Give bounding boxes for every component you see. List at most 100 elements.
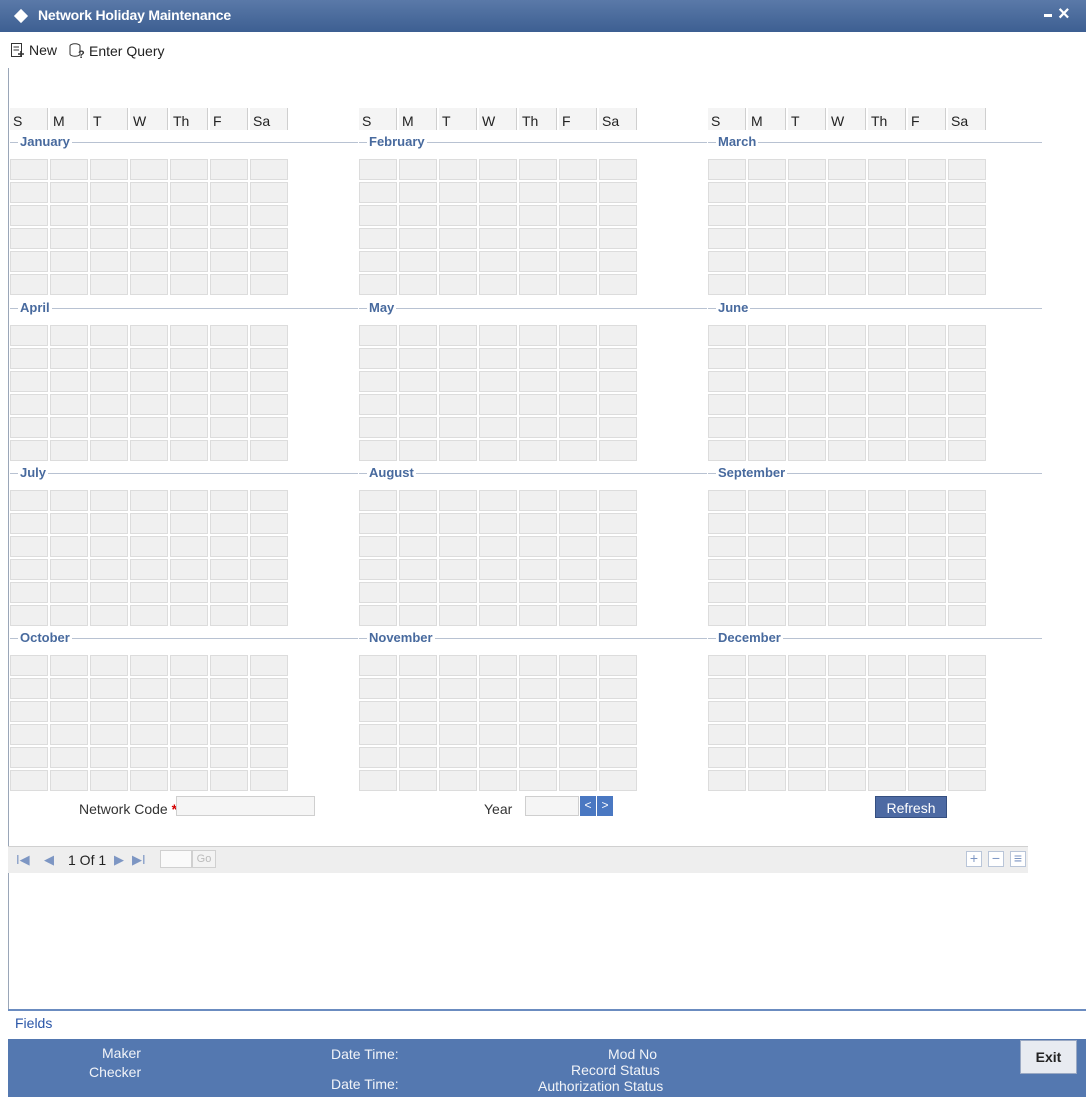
day-cell[interactable] [250,159,288,180]
day-cell[interactable] [708,274,746,295]
day-cell[interactable] [708,747,746,768]
enter-query-button[interactable]: ? Enter Query [68,42,164,60]
day-cell[interactable] [908,182,946,203]
day-cell[interactable] [250,325,288,346]
day-cell[interactable] [599,490,637,511]
day-cell[interactable] [90,182,128,203]
day-cell[interactable] [868,274,906,295]
day-cell[interactable] [250,724,288,745]
day-cell[interactable] [599,394,637,415]
day-cell[interactable] [599,513,637,534]
day-cell[interactable] [90,490,128,511]
day-cell[interactable] [708,394,746,415]
day-cell[interactable] [708,417,746,438]
day-cell[interactable] [359,559,397,580]
day-cell[interactable] [599,536,637,557]
day-cell[interactable] [210,159,248,180]
day-cell[interactable] [439,605,477,626]
day-cell[interactable] [748,394,786,415]
day-cell[interactable] [479,371,517,392]
day-cell[interactable] [10,228,48,249]
day-cell[interactable] [519,205,557,226]
day-cell[interactable] [559,205,597,226]
day-cell[interactable] [519,559,557,580]
day-cell[interactable] [599,655,637,676]
day-cell[interactable] [10,490,48,511]
minimize-icon[interactable] [1044,14,1052,17]
day-cell[interactable] [559,440,597,461]
day-cell[interactable] [868,582,906,603]
day-cell[interactable] [130,701,168,722]
day-cell[interactable] [10,159,48,180]
day-cell[interactable] [170,182,208,203]
day-cell[interactable] [10,371,48,392]
day-cell[interactable] [908,159,946,180]
day-cell[interactable] [210,394,248,415]
day-cell[interactable] [599,559,637,580]
day-cell[interactable] [479,724,517,745]
day-cell[interactable] [170,251,208,272]
day-cell[interactable] [828,159,866,180]
day-cell[interactable] [519,417,557,438]
year-input[interactable] [525,796,579,816]
day-cell[interactable] [130,559,168,580]
day-cell[interactable] [599,440,637,461]
day-cell[interactable] [399,536,437,557]
day-cell[interactable] [708,440,746,461]
day-cell[interactable] [130,582,168,603]
day-cell[interactable] [439,394,477,415]
day-cell[interactable] [399,770,437,791]
day-cell[interactable] [439,655,477,676]
day-cell[interactable] [90,513,128,534]
day-cell[interactable] [210,182,248,203]
day-cell[interactable] [130,490,168,511]
day-cell[interactable] [439,536,477,557]
day-cell[interactable] [559,371,597,392]
day-cell[interactable] [210,417,248,438]
day-cell[interactable] [748,559,786,580]
day-cell[interactable] [788,205,826,226]
day-cell[interactable] [479,251,517,272]
day-cell[interactable] [170,770,208,791]
day-cell[interactable] [868,490,906,511]
day-cell[interactable] [130,536,168,557]
day-cell[interactable] [908,490,946,511]
day-cell[interactable] [908,701,946,722]
day-cell[interactable] [748,513,786,534]
day-cell[interactable] [50,371,88,392]
day-cell[interactable] [10,440,48,461]
day-cell[interactable] [10,182,48,203]
day-cell[interactable] [50,770,88,791]
day-cell[interactable] [210,559,248,580]
day-cell[interactable] [479,348,517,369]
day-cell[interactable] [948,513,986,534]
day-cell[interactable] [828,701,866,722]
day-cell[interactable] [170,559,208,580]
day-cell[interactable] [708,159,746,180]
day-cell[interactable] [828,325,866,346]
day-cell[interactable] [130,371,168,392]
day-cell[interactable] [90,655,128,676]
day-cell[interactable] [479,605,517,626]
day-cell[interactable] [868,513,906,534]
day-cell[interactable] [708,536,746,557]
day-cell[interactable] [250,605,288,626]
day-cell[interactable] [50,747,88,768]
day-cell[interactable] [50,605,88,626]
day-cell[interactable] [868,348,906,369]
day-cell[interactable] [439,205,477,226]
day-cell[interactable] [170,159,208,180]
day-cell[interactable] [519,536,557,557]
day-cell[interactable] [908,770,946,791]
day-cell[interactable] [948,582,986,603]
day-cell[interactable] [599,228,637,249]
day-cell[interactable] [708,678,746,699]
day-cell[interactable] [908,440,946,461]
day-cell[interactable] [519,770,557,791]
day-cell[interactable] [828,559,866,580]
day-cell[interactable] [439,770,477,791]
day-cell[interactable] [748,655,786,676]
day-cell[interactable] [599,724,637,745]
day-cell[interactable] [50,490,88,511]
day-cell[interactable] [10,678,48,699]
